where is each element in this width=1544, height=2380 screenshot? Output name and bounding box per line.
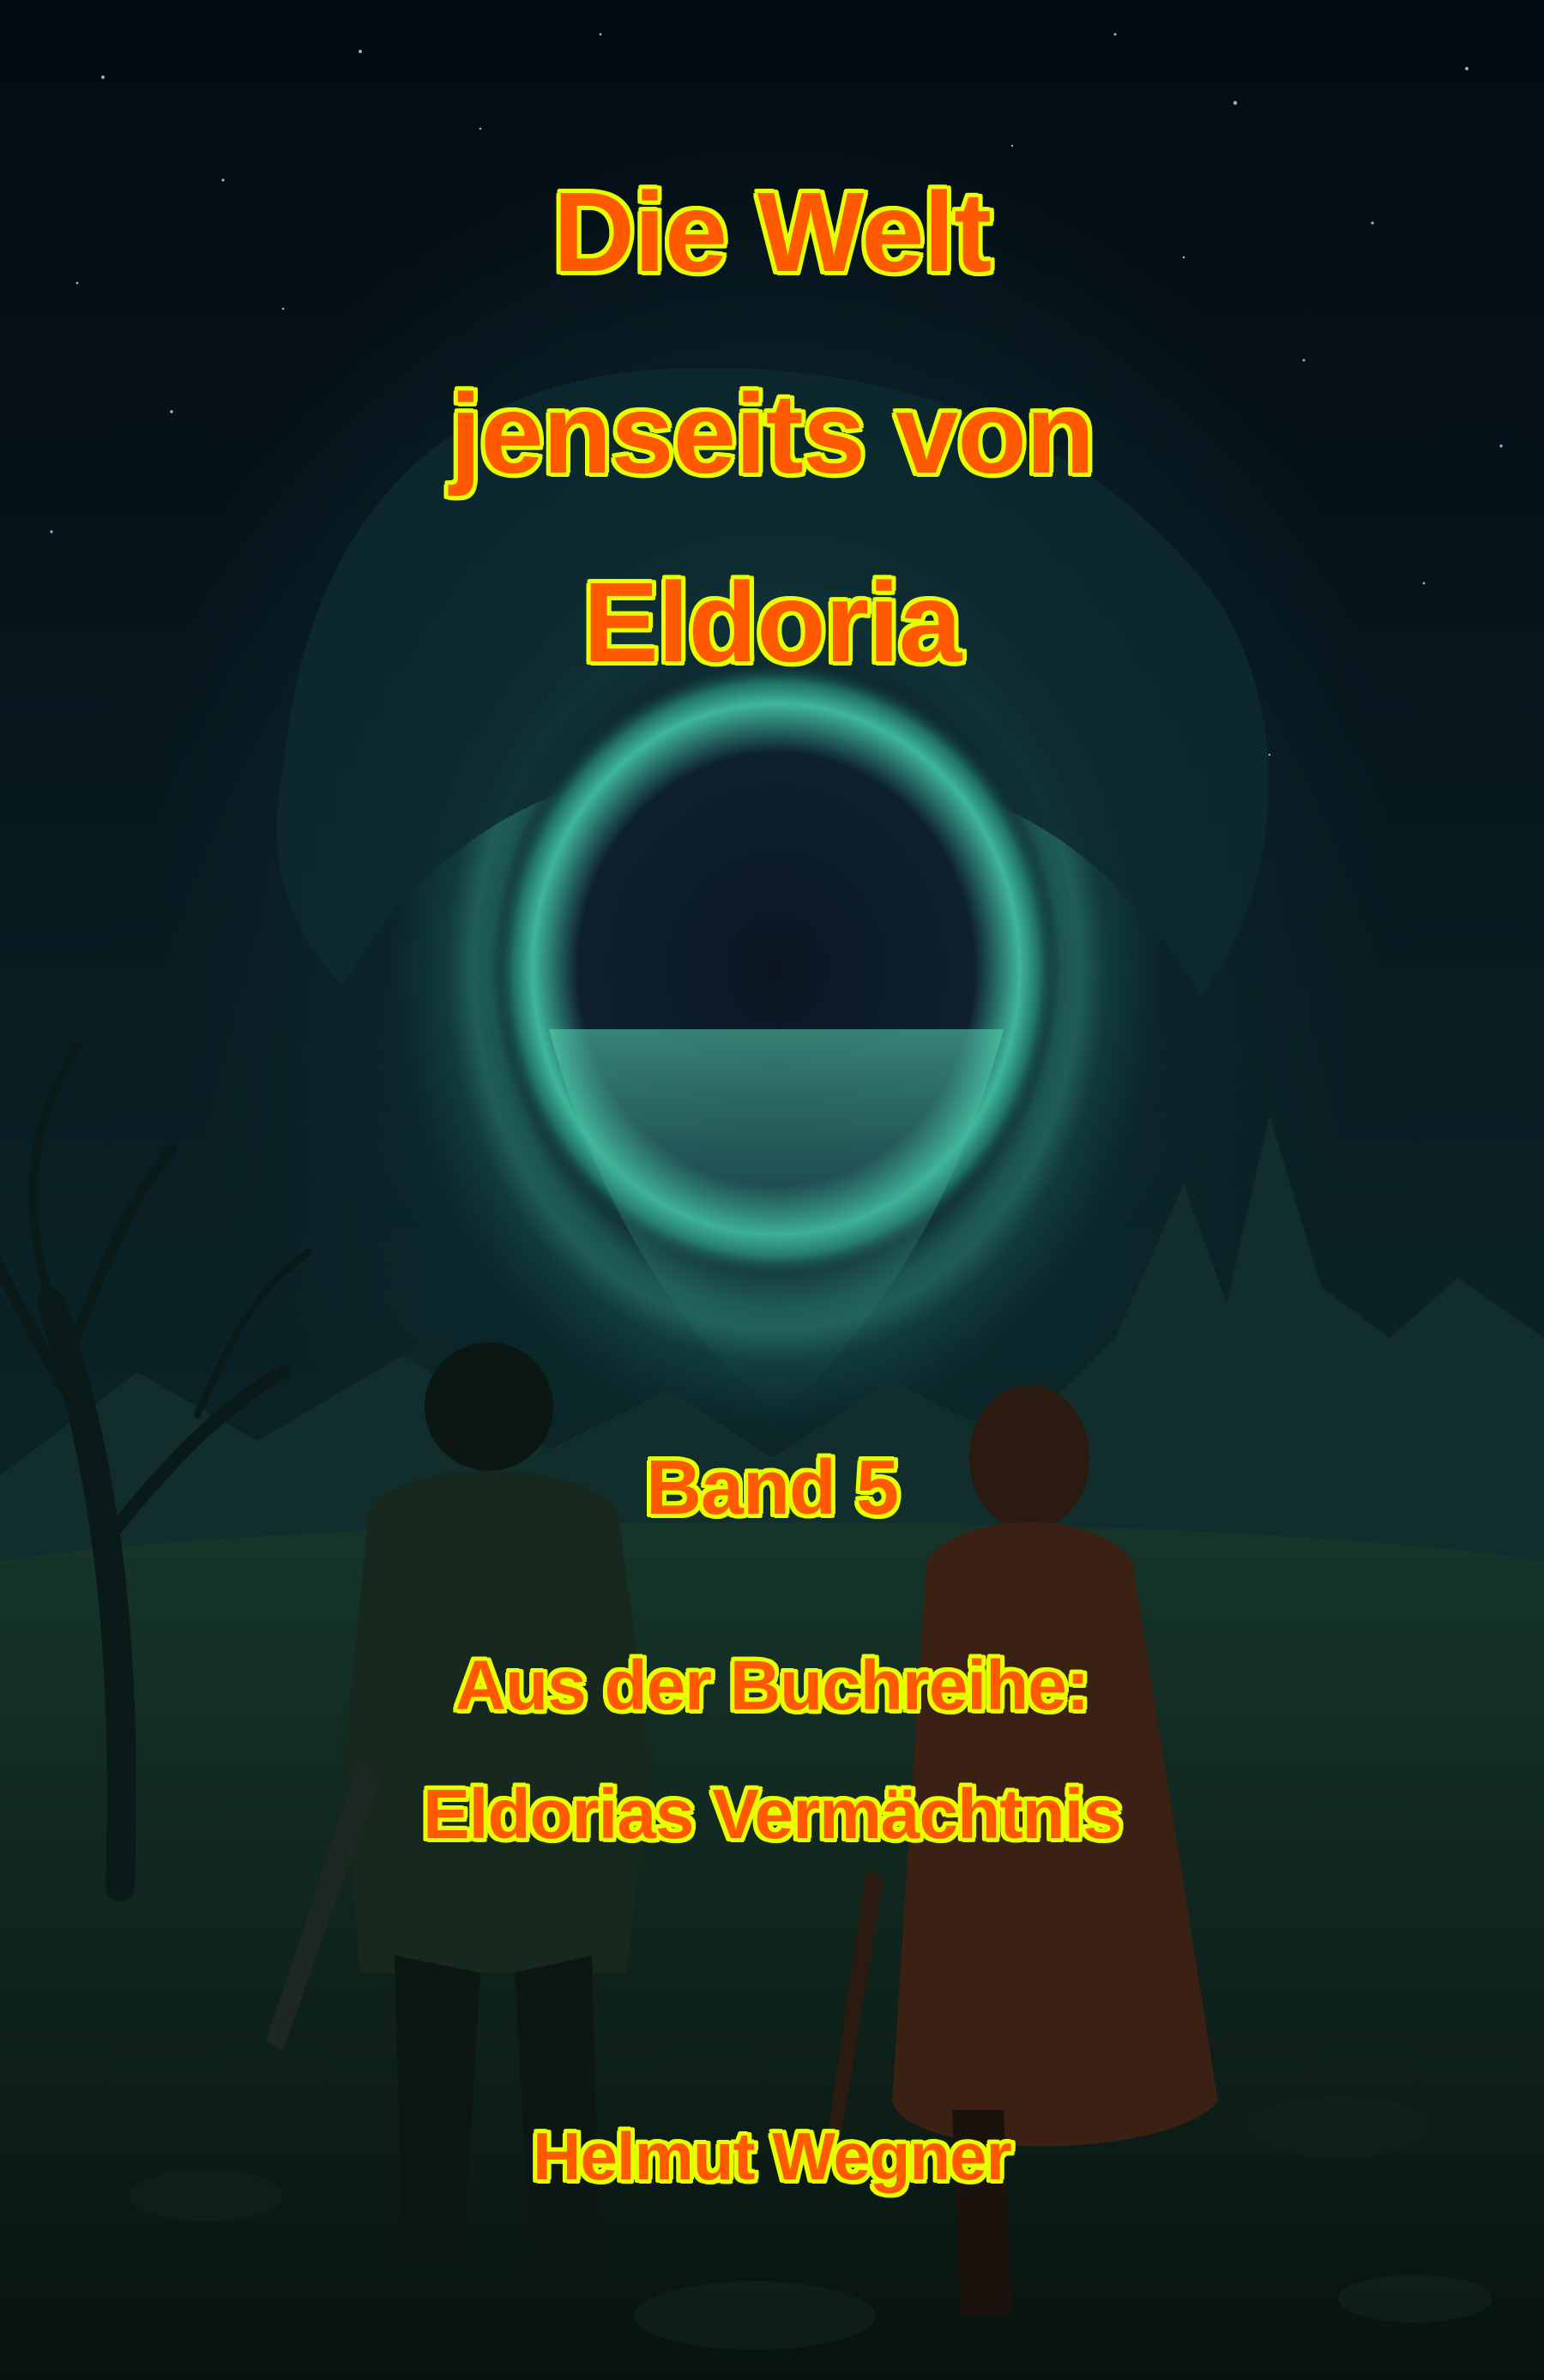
book-cover: Die Welt jenseits von Eldoria Band 5 Aus… [0, 0, 1544, 2380]
series-name: Eldorias Vermächtnis [422, 1775, 1122, 1853]
title-line-1: Die Welt [552, 169, 992, 295]
author-name: Helmut Wegner [533, 2118, 1012, 2194]
cover-artwork [0, 33, 1544, 2380]
series-label: Aus der Buchreihe: [455, 1647, 1089, 1725]
title-line-3: Eldoria [582, 559, 962, 685]
band-number: Band 5 [645, 1445, 899, 1531]
portal-icon [493, 660, 1059, 1415]
title-line-2: jenseits von [449, 371, 1095, 497]
